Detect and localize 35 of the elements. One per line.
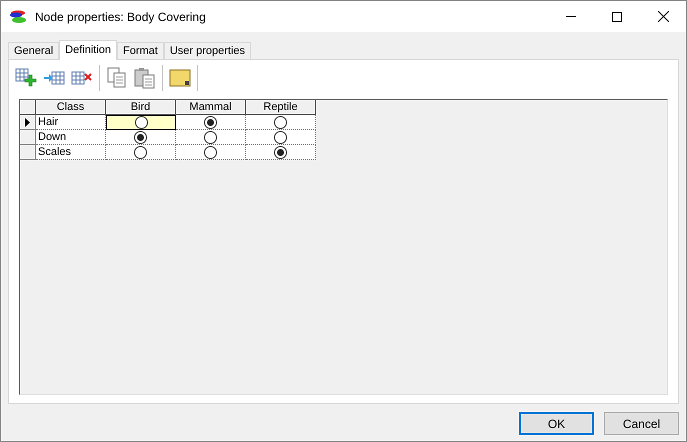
note-icon[interactable] xyxy=(169,68,191,88)
table-cell[interactable] xyxy=(106,145,176,160)
tab[interactable]: General xyxy=(8,42,60,59)
table-cell: Hair xyxy=(36,115,106,130)
table-cell: Scales xyxy=(36,145,106,160)
paste-icon[interactable] xyxy=(134,66,156,88)
table-cell[interactable] xyxy=(106,130,176,145)
table-cell[interactable] xyxy=(176,115,246,130)
radio-button[interactable] xyxy=(204,130,217,144)
table-cell[interactable] xyxy=(176,130,246,145)
app-icon xyxy=(10,10,28,24)
radio-button[interactable] xyxy=(274,130,287,144)
radio-button[interactable] xyxy=(134,130,147,144)
radio-button[interactable] xyxy=(134,116,148,129)
radio-button[interactable] xyxy=(204,116,217,128)
radio-button[interactable] xyxy=(274,146,287,158)
dialog-button[interactable]: OK xyxy=(519,412,594,435)
current-row-icon xyxy=(25,118,30,126)
tab[interactable]: Format xyxy=(117,42,164,59)
radio-button[interactable] xyxy=(274,116,287,128)
table-cell[interactable] xyxy=(246,145,316,160)
tab[interactable]: User properties xyxy=(164,42,252,59)
radio-button[interactable] xyxy=(204,146,217,158)
table-cell: Down xyxy=(36,130,106,145)
add-rows-icon[interactable] xyxy=(15,68,37,88)
radio-button[interactable] xyxy=(134,146,147,158)
table-cell[interactable] xyxy=(106,115,176,130)
window-title: Node properties: Body Covering xyxy=(35,8,206,26)
tab[interactable]: Definition xyxy=(59,40,117,60)
table-cell[interactable] xyxy=(246,130,316,145)
row-header[interactable] xyxy=(20,115,36,130)
table-cell[interactable] xyxy=(246,115,316,130)
copy-icon[interactable] xyxy=(106,66,128,88)
dialog-button[interactable]: Cancel xyxy=(604,412,679,435)
table-cell[interactable] xyxy=(176,145,246,160)
